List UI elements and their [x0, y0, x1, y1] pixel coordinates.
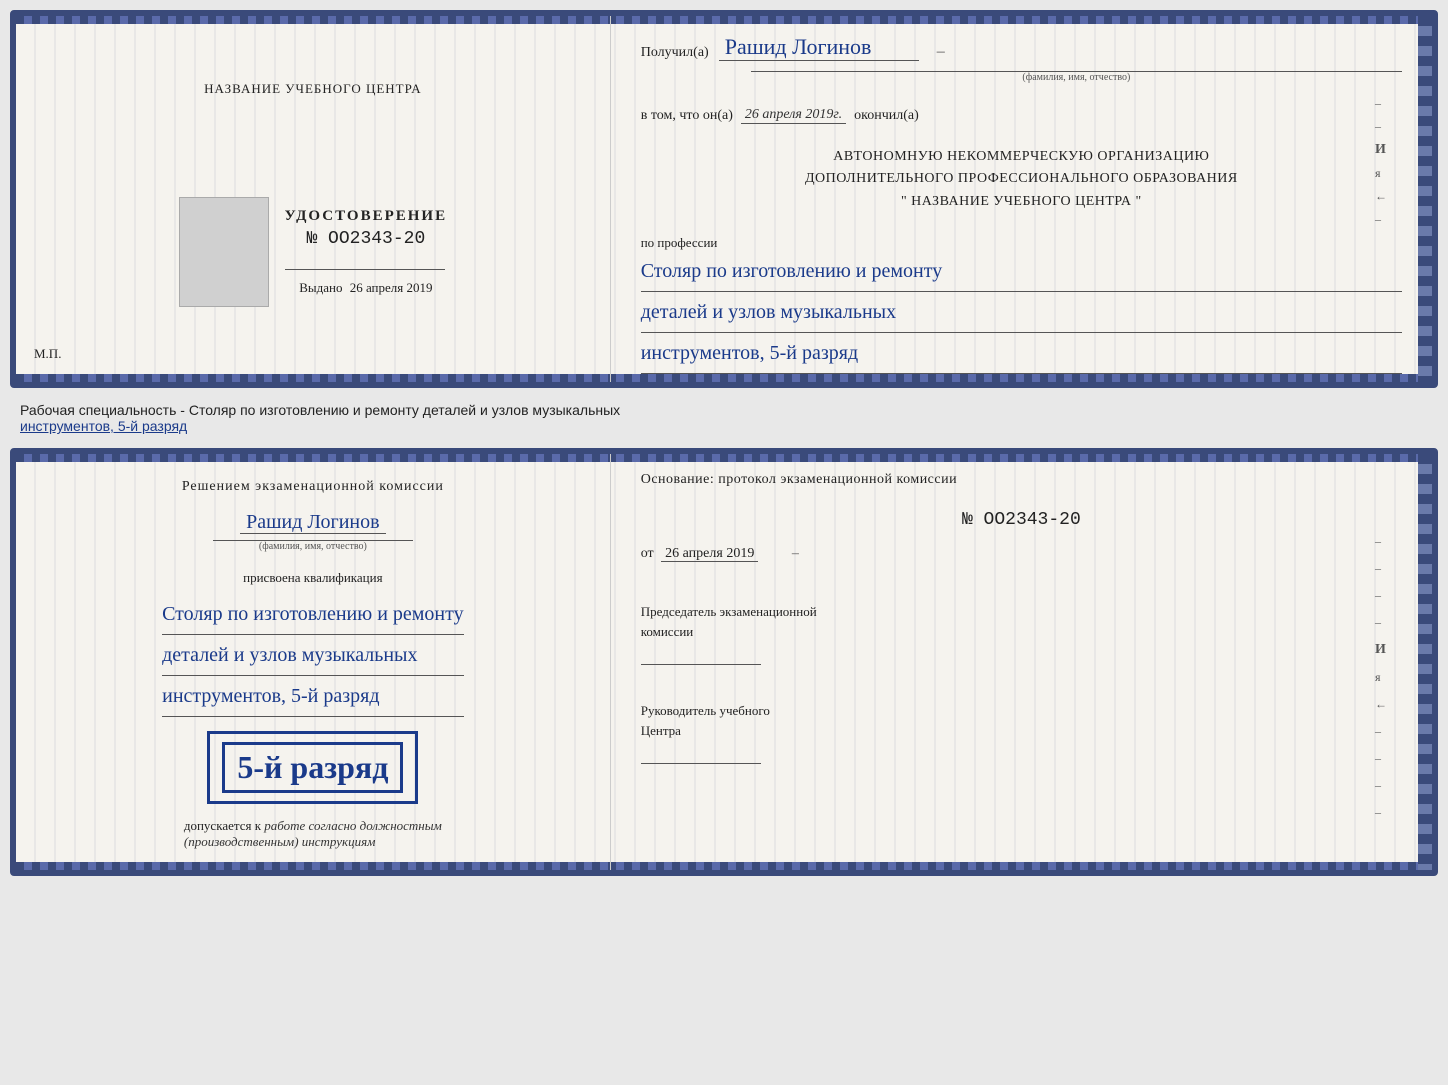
prisvoena-label: присвоена квалификация	[243, 570, 382, 586]
between-text-underline: инструментов, 5-й разряд	[20, 418, 187, 434]
sd2-dash-7: –	[1375, 778, 1387, 793]
udostoverenie-number: № OO2343-20	[285, 229, 448, 249]
rukovoditel-subtitle: Центра	[641, 723, 681, 738]
sd2-i: И	[1375, 642, 1387, 658]
poluchil-label: Получил(a)	[641, 45, 709, 61]
side-ya: я	[1375, 166, 1387, 181]
resheniem-title: Решением экзаменационной комиссии	[182, 476, 444, 497]
dopuskaetsya-label: допускается к	[184, 818, 261, 833]
side-arrow: ←	[1375, 189, 1387, 204]
po-professii-label: по профессии	[641, 235, 1402, 251]
protocol-number: № OO2343-20	[641, 510, 1402, 530]
decorative-edge-2	[1418, 454, 1432, 870]
dopuskaetsya-text: работе согласно должностным	[264, 818, 442, 833]
doc2-prof-line1: Столяр по изготовлению и ремонту	[162, 594, 464, 635]
predsedatel-title: Председатель экзаменационной	[641, 604, 817, 619]
between-label: Рабочая специальность - Столяр по изгото…	[10, 396, 1438, 440]
doc2-left-panel: Решением экзаменационной комиссии Рашид …	[16, 454, 611, 870]
rank-highlight-box: 5-й разряд	[207, 731, 418, 804]
vydano-date: 26 апреля 2019	[350, 280, 433, 295]
fio-label-1: (фамилия, имя, отчество)	[751, 71, 1402, 83]
vydano-label: Выдано	[299, 280, 342, 295]
photo-placeholder	[179, 197, 269, 307]
rank-highlight: 5-й разряд	[222, 742, 403, 793]
dash-1: –	[937, 43, 945, 61]
rukovoditel-title: Руководитель учебного	[641, 703, 770, 718]
udostoverenie-title: УДОСТОВЕРЕНИЕ	[285, 208, 448, 225]
sd2-dash-2: –	[1375, 561, 1387, 576]
vydano-line: Выдано 26 апреля 2019	[285, 280, 448, 296]
vtom-label: в том, что он(а)	[641, 108, 733, 124]
rukovoditel-block: Руководитель учебного Центра	[641, 701, 1402, 768]
doc2-profession-block: Столяр по изготовлению и ремонту деталей…	[162, 594, 464, 717]
ot-label: от	[641, 546, 654, 561]
predsedatel-subtitle: комиссии	[641, 624, 694, 639]
vtom-date: 26 апреля 2019г.	[741, 107, 846, 124]
doc2-right-panel: Основание: протокол экзаменационной коми…	[611, 454, 1432, 870]
document-card-1: НАЗВАНИЕ УЧЕБНОГО ЦЕНТРА УДОСТОВЕРЕНИЕ №…	[10, 10, 1438, 388]
predsedatel-signature-line	[641, 645, 761, 665]
org-block: АВТОНОМНУЮ НЕКОММЕРЧЕСКУЮ ОРГАНИЗАЦИЮ ДО…	[641, 146, 1402, 213]
side-dash-2: –	[1375, 119, 1387, 134]
mp-label: М.П.	[34, 346, 61, 362]
ot-date: 26 апреля 2019	[661, 546, 758, 562]
okonchil-label: окончил(а)	[854, 108, 919, 124]
doc2-prof-line3: инструментов, 5-й разряд	[162, 676, 464, 717]
sd2-dash-1: –	[1375, 534, 1387, 549]
recipient-name: Рашид Логинов	[719, 34, 919, 61]
predsedatel-block: Председатель экзаменационной комиссии	[641, 602, 1402, 669]
sd2-dash-8: –	[1375, 805, 1387, 820]
ot-line: от 26 апреля 2019 –	[641, 546, 1402, 562]
doc2-prof-line2: деталей и узлов музыкальных	[162, 635, 464, 676]
sd2-dash-6: –	[1375, 751, 1387, 766]
profession-line2: деталей и узлов музыкальных	[641, 292, 1402, 333]
side-i: И	[1375, 142, 1387, 158]
profession-line1: Столяр по изготовлению и ремонту	[641, 251, 1402, 292]
rukovoditel-signature-line	[641, 744, 761, 764]
sd2-dash-4: –	[1375, 615, 1387, 630]
ot-dash: –	[792, 546, 799, 561]
sd2-arrow: ←	[1375, 697, 1387, 712]
recipient-row: Получил(a) Рашид Логинов –	[641, 34, 1402, 61]
document-card-2: Решением экзаменационной комиссии Рашид …	[10, 448, 1438, 876]
side-dash-1: –	[1375, 96, 1387, 111]
sd2-ya: я	[1375, 670, 1387, 685]
sd2-dash-3: –	[1375, 588, 1387, 603]
osnovanie-label: Основание: протокол экзаменационной коми…	[641, 472, 957, 487]
dopuskaetsya-block: допускается к работе согласно должностны…	[184, 818, 442, 850]
side-dash-3: –	[1375, 212, 1387, 227]
side-letters: – – И я ← –	[1375, 96, 1387, 227]
dopuskaetsya-text2: (производственным) инструкциям	[184, 834, 376, 849]
po-professii-block: по профессии Столяр по изготовлению и ре…	[641, 235, 1402, 374]
doc1-left-panel: НАЗВАНИЕ УЧЕБНОГО ЦЕНТРА УДОСТОВЕРЕНИЕ №…	[16, 16, 611, 382]
doc1-right-panel: Получил(a) Рашид Логинов – (фамилия, имя…	[611, 16, 1432, 382]
doc2-recipient-name: Рашид Логинов	[240, 511, 385, 534]
decorative-edge-1	[1418, 16, 1432, 382]
doc1-org-name: НАЗВАНИЕ УЧЕБНОГО ЦЕНТРА	[204, 81, 421, 97]
vtom-row: в том, что он(а) 26 апреля 2019г. окончи…	[641, 107, 1402, 124]
sd2-dash-5: –	[1375, 724, 1387, 739]
org-line3: " НАЗВАНИЕ УЧЕБНОГО ЦЕНТРА "	[641, 191, 1402, 213]
fio-label-2: (фамилия, имя, отчество)	[213, 540, 413, 552]
between-text-before: Рабочая специальность - Столяр по изгото…	[20, 402, 620, 418]
side-letters-2: – – – – И я ← – – – –	[1375, 534, 1387, 820]
org-line2: ДОПОЛНИТЕЛЬНОГО ПРОФЕССИОНАЛЬНОГО ОБРАЗО…	[641, 168, 1402, 190]
profession-line3: инструментов, 5-й разряд	[641, 333, 1402, 374]
org-line1: АВТОНОМНУЮ НЕКОММЕРЧЕСКУЮ ОРГАНИЗАЦИЮ	[641, 146, 1402, 168]
osnovanie-block: Основание: протокол экзаменационной коми…	[641, 472, 1402, 488]
